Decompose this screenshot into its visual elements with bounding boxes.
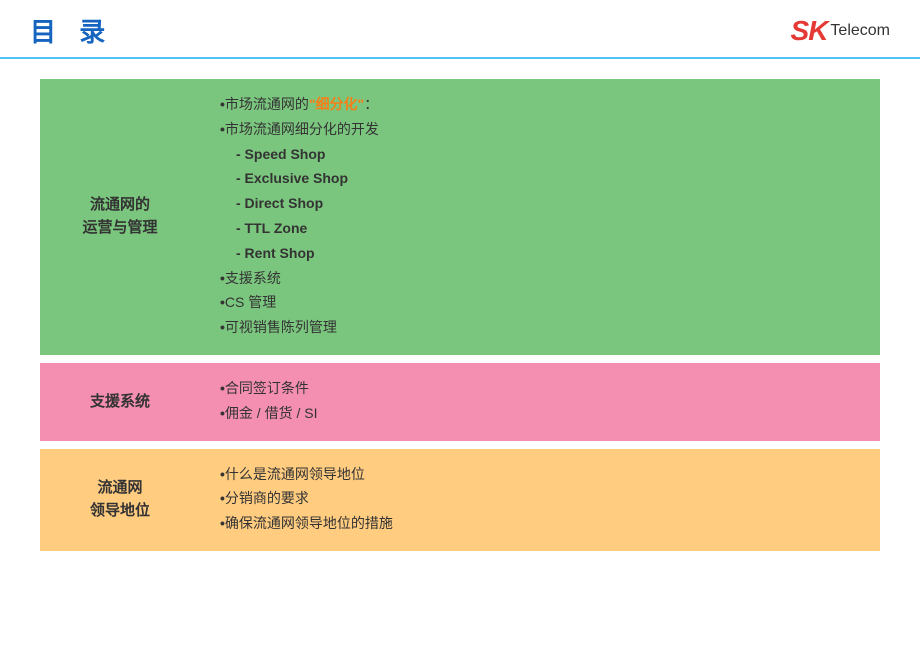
row-orange-content: •什么是流通网领导地位•分销商的要求•确保流通网领导地位的措施 (200, 449, 880, 551)
header: 目 录 SK Telecom (0, 0, 920, 59)
main-content: 流通网的运营与管理•市场流通网的"细分化"：•市场流通网细分化的开发- Spee… (0, 59, 920, 571)
content-line: - Speed Shop (220, 143, 860, 167)
content-line: •市场流通网的"细分化"： (220, 93, 860, 117)
content-line: •合同签订条件 (220, 377, 860, 401)
content-line: •支援系统 (220, 267, 860, 291)
row-orange: 流通网领导地位•什么是流通网领导地位•分销商的要求•确保流通网领导地位的措施 (40, 449, 880, 551)
row-pink: 支援系统•合同签订条件•佣金 / 借货 / SI (40, 363, 880, 441)
row-green-label: 流通网的运营与管理 (40, 79, 200, 355)
logo-telecom: Telecom (830, 22, 890, 40)
content-line: - TTL Zone (220, 217, 860, 241)
row-pink-label: 支援系统 (40, 363, 200, 441)
content-line: •CS 管理 (220, 291, 860, 315)
row-pink-content: •合同签订条件•佣金 / 借货 / SI (200, 363, 880, 441)
row-green: 流通网的运营与管理•市场流通网的"细分化"：•市场流通网细分化的开发- Spee… (40, 79, 880, 355)
content-line: •市场流通网细分化的开发 (220, 118, 860, 142)
logo: SK Telecom (791, 15, 890, 47)
content-line: •什么是流通网领导地位 (220, 463, 860, 487)
logo-sk: SK (791, 15, 828, 47)
content-line: - Exclusive Shop (220, 167, 860, 191)
content-line: •佣金 / 借货 / SI (220, 402, 860, 426)
content-line: - Rent Shop (220, 242, 860, 266)
content-line: •可视销售陈列管理 (220, 316, 860, 340)
content-line: - Direct Shop (220, 192, 860, 216)
row-orange-label: 流通网领导地位 (40, 449, 200, 551)
content-line: •确保流通网领导地位的措施 (220, 512, 860, 536)
page-title: 目 录 (30, 12, 113, 49)
content-line: •分销商的要求 (220, 487, 860, 511)
row-green-content: •市场流通网的"细分化"：•市场流通网细分化的开发- Speed Shop- E… (200, 79, 880, 355)
